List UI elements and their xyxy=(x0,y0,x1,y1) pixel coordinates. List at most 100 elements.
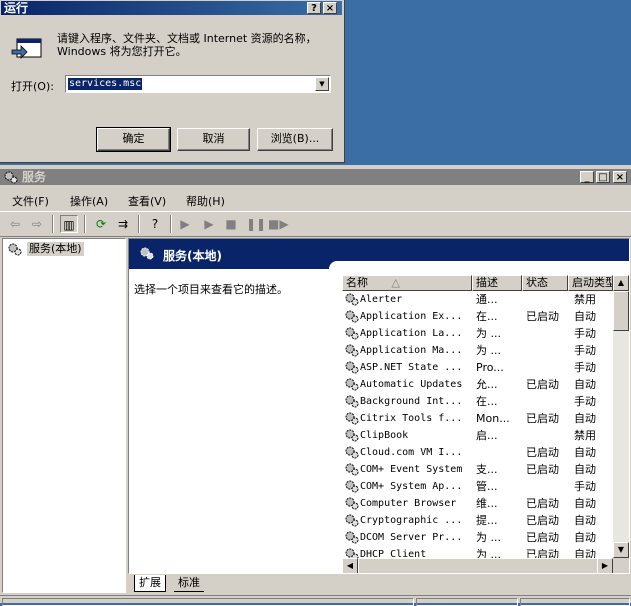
toolbar-separator xyxy=(138,215,140,233)
refresh-icon[interactable]: ⟳ xyxy=(92,215,110,233)
open-input-value[interactable]: services.msc xyxy=(66,77,144,91)
service-gear-icon xyxy=(345,412,359,425)
start-service-icon-2[interactable]: ▶ xyxy=(200,215,218,233)
service-name: Application Ex... xyxy=(360,311,463,322)
horizontal-scroll-thumb[interactable] xyxy=(358,558,598,573)
service-gear-icon xyxy=(345,463,359,476)
status-cell xyxy=(2,598,414,606)
service-gear-icon xyxy=(345,293,359,306)
start-service-icon[interactable]: ▶ xyxy=(176,215,194,233)
service-gear-icon xyxy=(345,378,359,391)
services-title: 服务 xyxy=(22,170,47,184)
service-name: ASP.NET State ... xyxy=(360,362,463,373)
table-row[interactable]: Application Ex... 在... 已启动 自动 xyxy=(342,308,612,325)
gear-icon xyxy=(4,171,18,184)
help-icon[interactable]: ? xyxy=(146,215,164,233)
service-startup-type: 手动 xyxy=(574,344,596,357)
stop-service-icon[interactable]: ■ xyxy=(222,215,240,233)
table-row[interactable]: Cloud.com VM I... 已启动 自动 xyxy=(342,444,612,461)
vertical-scroll-thumb[interactable] xyxy=(613,291,629,331)
service-status: 已启动 xyxy=(526,463,559,476)
table-row[interactable]: DCOM Server Pr... 为 ... 已启动 自动 xyxy=(342,529,612,546)
table-row[interactable]: Background Int... 在... 手动 xyxy=(342,393,612,410)
service-description: 为 ... xyxy=(476,531,501,544)
minimize-button[interactable]: _ xyxy=(580,171,594,183)
status-cell xyxy=(416,598,518,606)
export-list-icon[interactable]: ⇉ xyxy=(114,215,132,233)
toolbar: ⇦ ⇨ ▥ ⟳ ⇉ ? ▶ ▶ ■ ❚❚ ■▶ xyxy=(0,211,631,237)
close-button[interactable]: × xyxy=(613,171,627,183)
back-arrow-icon[interactable]: ⇦ xyxy=(6,215,24,233)
table-row[interactable]: ASP.NET State ... Pro... 手动 xyxy=(342,359,612,376)
toolbar-separator xyxy=(170,215,172,233)
service-name: COM+ Event System xyxy=(360,464,463,475)
run-dialog-titlebar[interactable]: 运行 ? × xyxy=(1,1,342,15)
tab-extended[interactable]: 扩展 xyxy=(134,575,166,592)
tab-standard[interactable]: 标准 xyxy=(174,575,204,592)
service-startup-type: 手动 xyxy=(574,361,596,374)
help-button[interactable]: ? xyxy=(307,2,321,14)
service-gear-icon xyxy=(345,361,359,374)
table-row[interactable]: COM+ Event System 支... 已启动 自动 xyxy=(342,461,612,478)
menu-action[interactable]: 操作(A) xyxy=(70,193,108,209)
service-gear-icon xyxy=(345,514,359,527)
maximize-button[interactable]: □ xyxy=(596,171,610,183)
service-description: 管... xyxy=(476,480,498,493)
cancel-button[interactable]: 取消 xyxy=(177,128,250,151)
browse-button[interactable]: 浏览(B)... xyxy=(257,128,333,151)
column-header-name[interactable]: 名称 △ xyxy=(342,275,472,291)
service-startup-type: 自动 xyxy=(574,514,596,527)
run-dialog: 运行 ? × 请键入程序、文件夹、文档或 Internet 资源的名称，Wind… xyxy=(0,0,345,163)
service-startup-type: 自动 xyxy=(574,463,596,476)
scroll-right-icon[interactable]: ▶ xyxy=(597,558,613,573)
status-bar xyxy=(0,595,631,606)
table-row[interactable]: COM+ System Ap... 管... 手动 xyxy=(342,478,612,495)
table-row[interactable]: Cryptographic ... 提... 已启动 自动 xyxy=(342,512,612,529)
menu-view[interactable]: 查看(V) xyxy=(128,193,166,209)
vertical-scrollbar[interactable]: ▲ ▼ xyxy=(613,275,629,558)
show-hide-tree-icon[interactable]: ▥ xyxy=(60,215,78,233)
table-row[interactable]: Computer Browser 维... 已启动 自动 xyxy=(342,495,612,512)
menu-bar: 文件(F) 操作(A) 查看(V) 帮助(H) xyxy=(0,190,631,210)
service-name: Alerter xyxy=(360,294,403,305)
ok-button[interactable]: 确定 xyxy=(96,127,171,152)
scroll-up-icon[interactable]: ▲ xyxy=(613,275,629,291)
column-header-startup-type[interactable]: 启动类型 xyxy=(568,275,613,291)
service-startup-type: 手动 xyxy=(574,327,596,340)
service-description: 为 ... xyxy=(476,327,501,340)
horizontal-scrollbar[interactable]: ◀ ▶ xyxy=(342,558,613,573)
chevron-down-icon[interactable]: ▼ xyxy=(315,77,329,91)
pause-service-icon[interactable]: ❚❚ xyxy=(246,215,266,233)
service-name: ClipBook xyxy=(360,430,409,441)
table-row[interactable]: Automatic Updates 允... 已启动 自动 xyxy=(342,376,612,393)
forward-arrow-icon[interactable]: ⇨ xyxy=(28,215,46,233)
service-gear-icon xyxy=(345,480,359,493)
table-row[interactable]: ClipBook 启... 禁用 xyxy=(342,427,612,444)
table-row[interactable]: Application Ma... 为 ... 手动 xyxy=(342,342,612,359)
column-header-status[interactable]: 状态 xyxy=(522,275,568,291)
service-startup-type: 禁用 xyxy=(574,293,596,306)
tree-pane: 服务(本地) xyxy=(2,238,126,593)
run-program-icon xyxy=(11,38,42,59)
scroll-left-icon[interactable]: ◀ xyxy=(342,558,358,573)
close-button[interactable]: × xyxy=(323,2,337,14)
table-row[interactable]: Alerter 通... 禁用 xyxy=(342,291,612,308)
services-window: 服务 _ □ × 文件(F) 操作(A) 查看(V) 帮助(H) ⇦ ⇨ ▥ ⟳… xyxy=(0,165,631,606)
restart-service-icon[interactable]: ■▶ xyxy=(268,215,289,233)
scroll-down-icon[interactable]: ▼ xyxy=(613,542,629,558)
service-status: 已启动 xyxy=(526,446,559,459)
service-name: Cryptographic ... xyxy=(360,515,463,526)
service-description: 支... xyxy=(476,463,498,476)
service-name: Citrix Tools f... xyxy=(360,413,463,424)
menu-help[interactable]: 帮助(H) xyxy=(186,193,225,209)
menu-file[interactable]: 文件(F) xyxy=(12,193,49,209)
table-row[interactable]: Citrix Tools f... Mon... 已启动 自动 xyxy=(342,410,612,427)
service-description: 维... xyxy=(476,497,498,510)
open-combobox[interactable]: services.msc ▼ xyxy=(65,75,331,93)
services-titlebar[interactable]: 服务 _ □ × xyxy=(0,169,631,185)
service-gear-icon xyxy=(345,531,359,544)
header-curve xyxy=(329,261,629,269)
status-cell xyxy=(520,598,630,606)
table-row[interactable]: Application La... 为 ... 手动 xyxy=(342,325,612,342)
column-header-description[interactable]: 描述 xyxy=(472,275,522,291)
